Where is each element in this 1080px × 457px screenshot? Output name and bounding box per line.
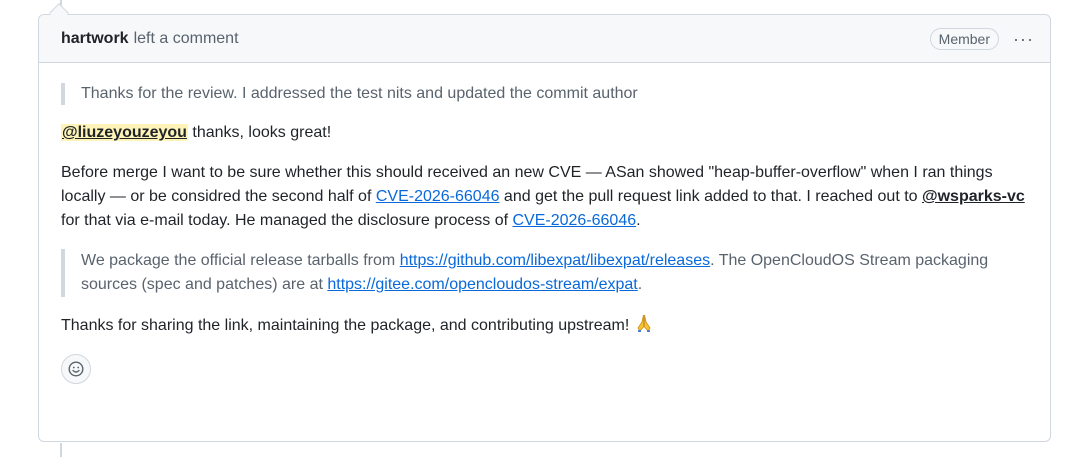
paragraph-cve: Before merge I want to be sure whether t… — [61, 161, 1028, 233]
blockquote-review: Thanks for the review. I addressed the t… — [61, 83, 1028, 105]
timeline-line-bottom — [60, 443, 62, 457]
packaging-text-1: We package the official release tarballs… — [81, 252, 400, 269]
mention-wsparks-vc[interactable]: @wsparks-vc — [922, 188, 1025, 205]
packaging-text-3: . — [637, 276, 643, 293]
gitee-expat-link[interactable]: https://gitee.com/opencloudos-stream/exp… — [327, 276, 637, 293]
closing-text: Thanks for sharing the link, maintaining… — [61, 317, 634, 334]
comment-action-text: left a comment — [133, 29, 239, 47]
member-badge: Member — [929, 27, 1000, 50]
smiley-icon[interactable] — [61, 354, 91, 384]
cve-text-3: for that via e-mail today. He managed th… — [61, 212, 513, 229]
cve-text-2: and get the pull request link added to t… — [499, 188, 922, 205]
mention-liuzeyouzeyou[interactable]: @liuzeyouzeyou — [61, 124, 188, 141]
cve-link-1[interactable]: CVE-2026-66046 — [376, 188, 500, 205]
paragraph-thanks-text: thanks, looks great! — [187, 124, 332, 141]
paragraph-closing: Thanks for sharing the link, maintaining… — [61, 313, 1028, 338]
blockquote-packaging: We package the official release tarballs… — [61, 249, 1028, 297]
comment-header: hartwork left a comment Member ··· — [39, 15, 1050, 63]
libexpat-releases-link[interactable]: https://github.com/libexpat/libexpat/rel… — [400, 252, 710, 269]
kebab-horizontal-icon[interactable]: ··· — [1013, 30, 1034, 48]
paragraph-thanks: @liuzeyouzeyou thanks, looks great! — [61, 121, 1028, 145]
comment-card: hartwork left a comment Member ··· Thank… — [38, 14, 1051, 442]
cve-link-2[interactable]: CVE-2026-66046 — [512, 212, 636, 229]
comment-author[interactable]: hartwork — [61, 30, 129, 48]
comment-body: Thanks for the review. I addressed the t… — [39, 63, 1050, 384]
cve-text-4: . — [636, 212, 641, 229]
folded-hands-emoji — [634, 313, 654, 333]
